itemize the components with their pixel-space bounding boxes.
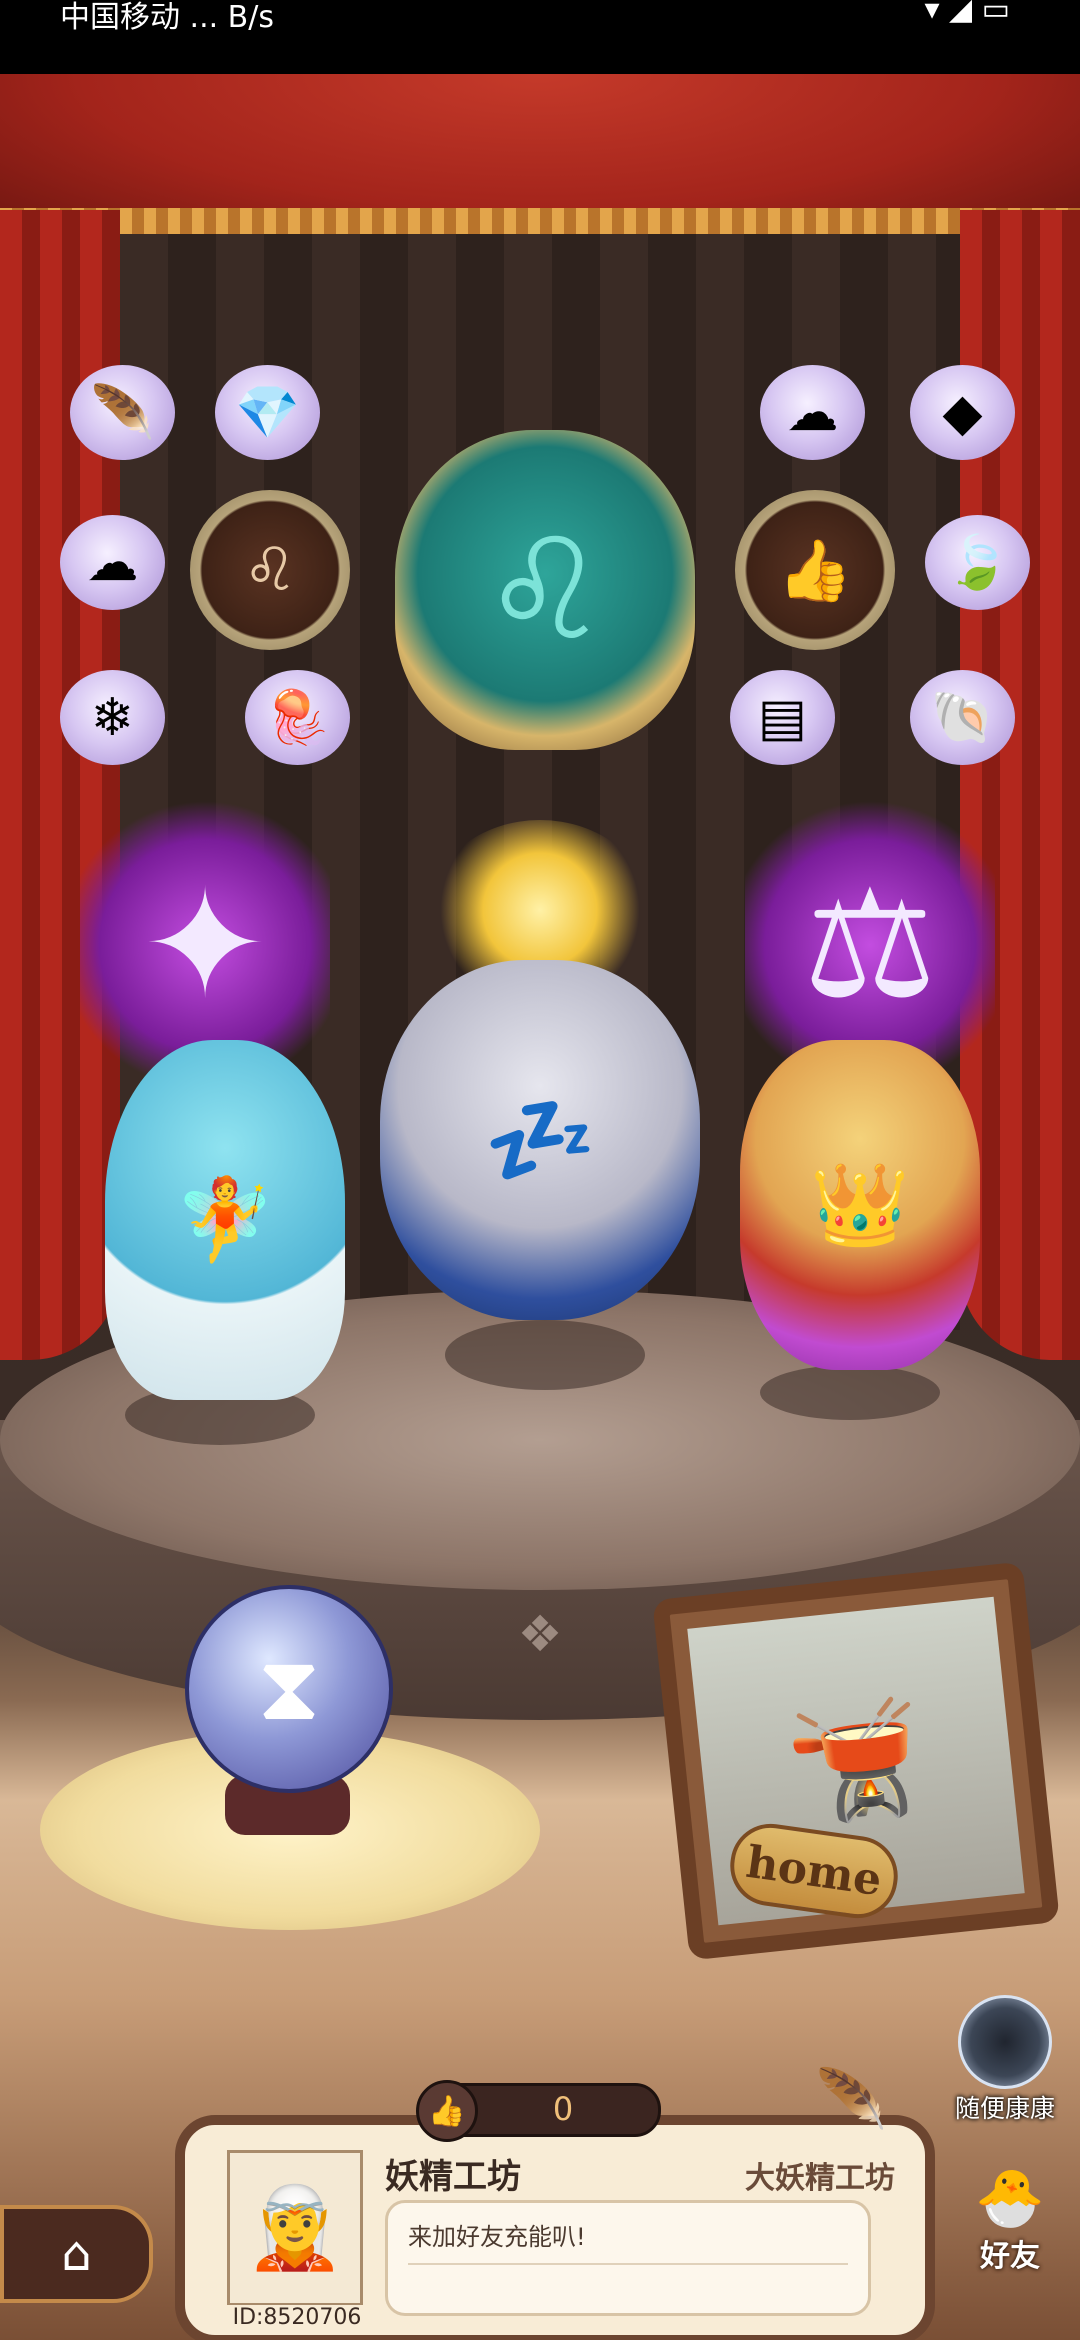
fairy-character-sleeping[interactable]: 💤 <box>380 960 700 1320</box>
home-button[interactable]: ⌂ <box>0 2205 153 2303</box>
friends-icon: 🐣 <box>975 2166 1045 2231</box>
random-visit-button[interactable]: 随便康康 <box>950 1995 1060 2123</box>
lion-medallion-icon[interactable]: ♌ <box>190 490 350 650</box>
portal-icon <box>958 1995 1052 2089</box>
shell-icon[interactable]: 🐚 <box>910 670 1015 765</box>
message-text: 来加好友充能叭! <box>408 2223 586 2251</box>
status-bar: 中国移动 ... B/s ▾ ◢ ▭ <box>0 0 1080 74</box>
white-fur-icon[interactable]: ❄ <box>60 670 165 765</box>
thumbs-up-icon[interactable]: 👍 <box>416 2080 478 2142</box>
like-counter[interactable]: 👍 0 <box>416 2080 661 2142</box>
avatar[interactable]: 🧝 <box>227 2150 363 2306</box>
curtain-valance <box>0 74 1080 234</box>
fairy-character-emperor[interactable]: 👑 <box>740 1040 980 1370</box>
game-scene: 中国移动 ... B/s ▾ ◢ ▭ 🪶 ☁ ❄ 💎 ♌ 🪼 ☁ 👍 ▤ ◆ 🍃… <box>0 0 1080 2340</box>
gold-leaf-icon[interactable]: 🍃 <box>925 515 1030 610</box>
jellyfish-icon[interactable]: 🪼 <box>245 670 350 765</box>
random-visit-label: 随便康康 <box>954 2094 1055 2123</box>
crystal-cloud-icon[interactable]: 💎 <box>215 365 320 460</box>
message-box[interactable]: 来加好友充能叭! <box>385 2200 871 2316</box>
shop-rank: 大妖精工坊 <box>745 2161 895 2196</box>
friends-button[interactable]: 🐣 好友 <box>940 2165 1080 2275</box>
status-left: 中国移动 ... B/s <box>60 0 274 35</box>
stage-ornament: ❖ <box>517 1605 563 1663</box>
leo-crest-icon[interactable]: ♌ <box>395 430 695 750</box>
hourglass-icon[interactable]: ⧗ <box>185 1585 393 1793</box>
sun-cloud-icon[interactable]: ☁ <box>60 515 165 610</box>
home-icon: ⌂ <box>61 2226 92 2282</box>
shop-name: 妖精工坊 <box>385 2157 521 2197</box>
thumb-medallion-icon[interactable]: 👍 <box>735 490 895 650</box>
friends-label: 好友 <box>980 2239 1040 2274</box>
stone-icon[interactable]: ◆ <box>910 365 1015 460</box>
cloud-rock-icon[interactable]: ☁ <box>760 365 865 460</box>
silver-scale-icon[interactable]: ▤ <box>730 670 835 765</box>
fairy-character-aquarius[interactable]: 🧚 <box>105 1040 345 1400</box>
quill-icon[interactable]: 🪶 <box>815 2065 895 2133</box>
user-id: ID:8520706 <box>227 2305 367 2330</box>
status-right: ▾ ◢ ▭ <box>924 0 1010 27</box>
profile-card: 🧝 ID:8520706 妖精工坊 大妖精工坊 来加好友充能叭! <box>175 2115 935 2340</box>
like-count: 0 <box>552 2090 574 2128</box>
rainbow-feather-icon[interactable]: 🪶 <box>70 365 175 460</box>
